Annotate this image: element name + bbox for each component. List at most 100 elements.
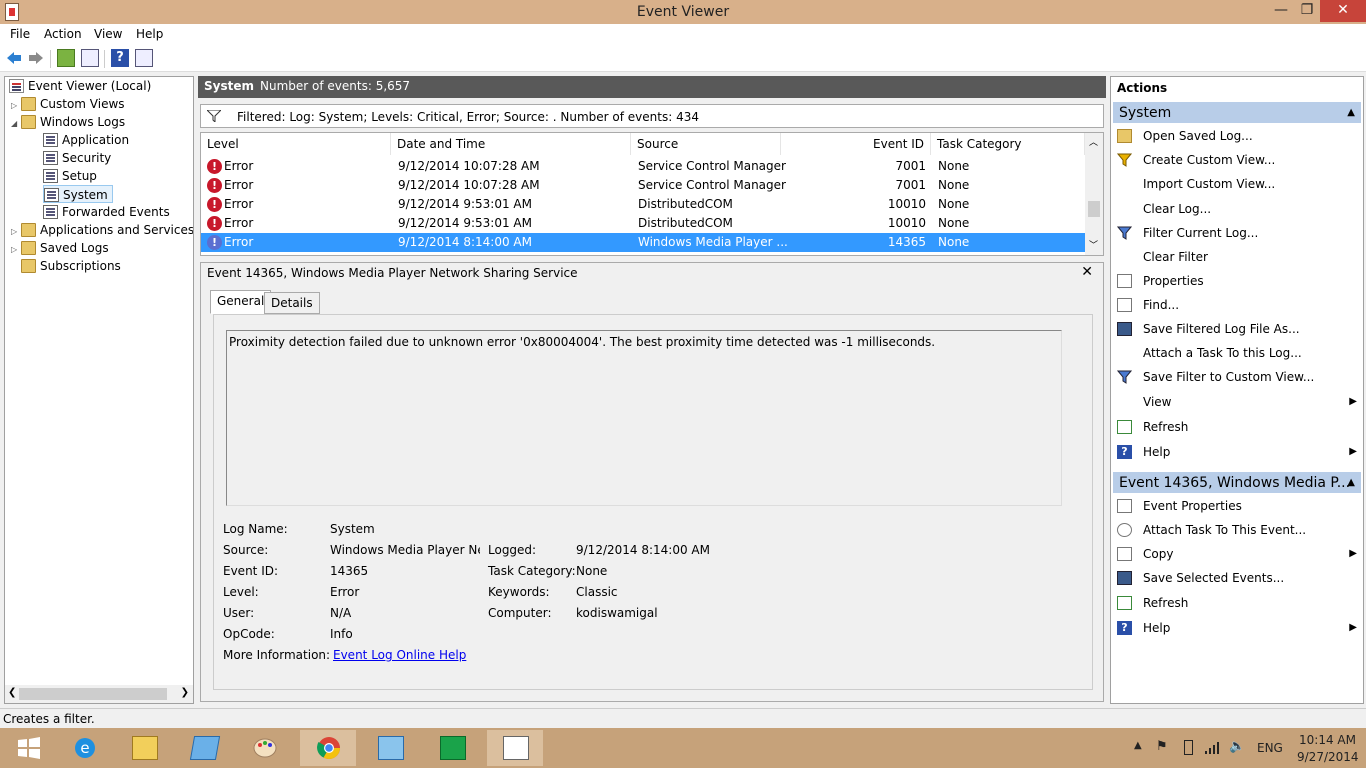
clock-date[interactable]: 9/27/2014 — [1297, 750, 1359, 764]
volume-icon[interactable]: 🔈 — [1229, 739, 1245, 754]
start-button[interactable] — [0, 730, 56, 766]
taskbar-store[interactable] — [424, 730, 480, 766]
show-hide-console-tree-icon[interactable] — [81, 49, 99, 67]
column-header-source[interactable]: Source — [631, 133, 781, 155]
column-header-task-category[interactable]: Task Category — [931, 133, 1085, 155]
column-header-event-id[interactable]: Event ID — [781, 133, 931, 155]
table-row-selected[interactable]: ! Error 9/12/2014 8:14:00 AM Windows Med… — [201, 233, 1085, 252]
event-list-vertical-scrollbar[interactable]: ︿ ﹀ — [1085, 133, 1103, 255]
tree-item-setup[interactable]: Setup — [43, 167, 97, 185]
tab-general[interactable]: General — [210, 290, 272, 314]
menu-view[interactable]: View — [94, 27, 122, 41]
action-view[interactable]: View ▶ — [1115, 391, 1359, 413]
action-attach-task-to-event[interactable]: Attach Task To This Event... — [1115, 519, 1359, 541]
action-open-saved-log[interactable]: Open Saved Log... — [1115, 125, 1359, 147]
input-language[interactable]: ENG — [1257, 741, 1283, 755]
source-label: Source: — [223, 543, 269, 557]
show-hide-action-pane-icon[interactable] — [135, 49, 153, 67]
action-filter-current-log[interactable]: Filter Current Log... — [1115, 222, 1359, 244]
tree-item-application[interactable]: Application — [43, 131, 129, 149]
taskbar-chrome[interactable] — [300, 730, 356, 766]
error-icon: ! — [207, 235, 222, 250]
error-icon: ! — [207, 178, 222, 193]
back-arrow-icon[interactable] — [5, 49, 23, 67]
column-header-date-time[interactable]: Date and Time — [391, 133, 631, 155]
tree-horizontal-scrollbar[interactable]: ❮ ❯ — [5, 685, 193, 703]
collapse-section-icon[interactable]: ▲ — [1347, 472, 1355, 493]
taskbar-event-viewer[interactable] — [487, 730, 543, 766]
action-center-flag-icon[interactable]: ⚑ — [1156, 739, 1168, 754]
forward-arrow-icon[interactable] — [27, 49, 45, 67]
collapse-section-icon[interactable]: ▲ — [1347, 102, 1355, 123]
tree-item-applications-and-services[interactable]: ▷Applications and Services Lo — [11, 221, 193, 239]
scroll-left-icon[interactable]: ❮ — [8, 687, 16, 698]
tree-item-saved-logs[interactable]: ▷ Saved Logs — [11, 239, 109, 257]
toolbar-separator — [50, 50, 51, 68]
event-log-online-help-link[interactable]: Event Log Online Help — [333, 648, 466, 662]
actions-section-event[interactable]: Event 14365, Windows Media P... ▲ — [1113, 471, 1361, 493]
scroll-right-icon[interactable]: ❯ — [181, 687, 189, 698]
scroll-thumb[interactable] — [1088, 201, 1100, 217]
close-detail-icon[interactable]: ✕ — [1081, 264, 1093, 280]
scroll-down-icon[interactable]: ﹀ — [1089, 238, 1098, 251]
taskbar-control-panel[interactable] — [362, 730, 418, 766]
taskbar-app-1[interactable] — [176, 730, 232, 766]
action-properties[interactable]: Properties — [1115, 270, 1359, 292]
up-folder-icon[interactable] — [57, 49, 75, 67]
table-row[interactable]: ! Error 9/12/2014 9:53:01 AM Distributed… — [201, 195, 1085, 214]
action-help-event[interactable]: ? Help ▶ — [1115, 617, 1359, 639]
properties-icon — [1117, 499, 1132, 513]
tree-item-forwarded-events[interactable]: Forwarded Events — [43, 203, 170, 221]
windows-logo-icon — [18, 737, 40, 759]
tree-item-event-viewer-local[interactable]: Event Viewer (Local) — [9, 77, 151, 95]
menu-help[interactable]: Help — [136, 27, 163, 41]
event-description-box[interactable]: Proximity detection failed due to unknow… — [226, 330, 1062, 506]
log-name: System — [204, 79, 254, 93]
action-import-custom-view[interactable]: Import Custom View... — [1115, 173, 1359, 195]
menu-action[interactable]: Action — [44, 27, 82, 41]
tab-details[interactable]: Details — [264, 292, 320, 314]
action-save-filtered-log[interactable]: Save Filtered Log File As... — [1115, 318, 1359, 340]
clock-time[interactable]: 10:14 AM — [1299, 733, 1356, 747]
action-create-custom-view[interactable]: Create Custom View... — [1115, 149, 1359, 171]
collapse-icon[interactable]: ◢ — [11, 115, 21, 133]
taskbar-internet-explorer[interactable]: e — [56, 730, 112, 766]
action-refresh[interactable]: Refresh — [1115, 416, 1359, 438]
network-signal-icon[interactable] — [1204, 740, 1220, 755]
tree-item-windows-logs[interactable]: ◢ Windows Logs — [11, 113, 125, 131]
help-icon[interactable]: ? — [111, 49, 129, 67]
tree-item-security[interactable]: Security — [43, 149, 111, 167]
action-clear-log[interactable]: Clear Log... — [1115, 198, 1359, 220]
action-save-selected-events[interactable]: Save Selected Events... — [1115, 567, 1359, 589]
battery-icon[interactable] — [1184, 740, 1193, 755]
table-row[interactable]: ! Error 9/12/2014 10:07:28 AM Service Co… — [201, 157, 1085, 176]
action-save-filter-to-custom-view[interactable]: Save Filter to Custom View... — [1115, 366, 1359, 388]
action-copy[interactable]: Copy ▶ — [1115, 543, 1359, 565]
column-header-level[interactable]: Level — [201, 133, 391, 155]
action-clear-filter[interactable]: Clear Filter — [1115, 246, 1359, 268]
close-button[interactable]: ✕ — [1320, 0, 1366, 22]
tree-item-custom-views[interactable]: ▷ Custom Views — [11, 95, 125, 113]
action-refresh-event[interactable]: Refresh — [1115, 592, 1359, 614]
save-icon — [1117, 322, 1132, 336]
taskbar-file-explorer[interactable] — [116, 730, 172, 766]
maximize-button[interactable]: ❐ — [1294, 0, 1320, 22]
copy-icon — [1117, 547, 1132, 561]
tree-item-system[interactable]: System — [43, 185, 113, 203]
table-row[interactable]: ! Error 9/12/2014 9:53:01 AM Distributed… — [201, 214, 1085, 233]
scroll-thumb[interactable] — [19, 688, 167, 700]
action-attach-task-to-log[interactable]: Attach a Task To this Log... — [1115, 342, 1359, 364]
actions-section-system[interactable]: System ▲ — [1113, 101, 1361, 123]
filter-description: Filtered: Log: System; Levels: Critical,… — [237, 110, 699, 124]
show-hidden-icons-icon[interactable]: ▲ — [1134, 740, 1142, 751]
action-event-properties[interactable]: Event Properties — [1115, 495, 1359, 517]
menu-file[interactable]: File — [10, 27, 30, 41]
taskbar-paint[interactable] — [236, 730, 292, 766]
tree-item-subscriptions[interactable]: Subscriptions — [21, 257, 121, 275]
table-row[interactable]: ! Error 9/12/2014 10:07:28 AM Service Co… — [201, 176, 1085, 195]
minimize-button[interactable]: — — [1268, 0, 1294, 22]
action-find[interactable]: Find... — [1115, 294, 1359, 316]
action-help[interactable]: ? Help ▶ — [1115, 441, 1359, 463]
scroll-up-icon[interactable]: ︿ — [1089, 135, 1098, 148]
expand-icon[interactable]: ▷ — [11, 241, 21, 259]
